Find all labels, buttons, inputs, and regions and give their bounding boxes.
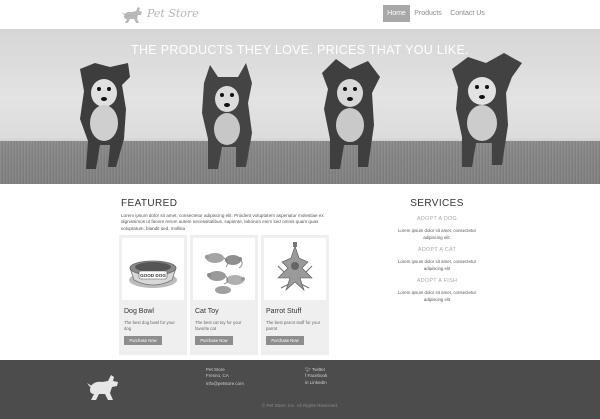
product-title[interactable]: Dog Bowl: [124, 308, 154, 315]
linkedin-link[interactable]: in LinkedIn: [305, 380, 327, 386]
twitter-label: Twitter: [311, 367, 326, 372]
linkedin-label: LinkedIn: [309, 379, 327, 385]
featured-intro-text: Lorem ipsum dolor sit amet, consectetur …: [121, 213, 324, 231]
facebook-label: Facebook: [307, 373, 328, 379]
running-dog-image-1: [80, 63, 130, 169]
site-header: Pet Store Home Products Contact Us: [0, 0, 600, 29]
footer-dog-logo-icon: [87, 375, 118, 400]
site-logo[interactable]: Pet Store: [121, 3, 201, 25]
logo-text: Pet Store: [147, 7, 199, 20]
dog-logo-icon: [122, 7, 142, 23]
product-description: The best parrot stuff for your parrot: [266, 320, 321, 332]
linkedin-icon: in: [305, 379, 309, 385]
product-description: The best dog bowl for your dog: [124, 320, 175, 332]
hero-banner: THE PRODUCTS THEY LOVE. PRICES THAT YOU …: [0, 29, 600, 184]
product-card-cat-toy: Cat Toy The best cat toy for your favori…: [190, 235, 258, 355]
footer-copyright: © Pet Store, Inc. All Rights Reserved.: [261, 403, 339, 408]
bowl-label-text: GOOD DOG: [140, 273, 166, 278]
service-adopt-cat-text: Lorem ipsum dolor sit amet, consectetur …: [397, 259, 477, 271]
facebook-icon: f: [305, 373, 307, 379]
twitter-icon: 🐦︎: [305, 367, 311, 372]
footer-social-links: 🐦︎ Twitter f Facebook in LinkedIn: [305, 367, 327, 386]
services-heading: SERVICES: [410, 198, 464, 209]
service-adopt-dog-text: Lorem ipsum dolor sit amet, consectetur …: [397, 228, 477, 240]
nav-home[interactable]: Home: [383, 5, 410, 22]
parrot-stuff-image[interactable]: [264, 238, 326, 300]
purchase-now-button[interactable]: Purchase Now: [195, 336, 233, 345]
cat-toy-image[interactable]: [193, 238, 255, 300]
service-adopt-fish-heading[interactable]: ADOPT A FISH: [380, 278, 494, 284]
site-footer: Pet Store Fresno, CA info@petstore.com 🐦…: [0, 360, 600, 419]
service-adopt-cat-heading[interactable]: ADOPT A CAT: [380, 247, 494, 253]
product-card-dog-bowl: GOOD DOG Dog Bowl The best dog bowl for …: [119, 235, 187, 355]
footer-email-link[interactable]: info@petstore.com: [206, 381, 244, 387]
running-dog-image-2: [202, 63, 252, 169]
purchase-now-button[interactable]: Purchase Now: [124, 336, 162, 345]
product-title[interactable]: Cat Toy: [195, 308, 219, 315]
footer-address: Pet Store Fresno, CA: [206, 367, 229, 380]
product-title[interactable]: Parrot Stuff: [266, 308, 301, 315]
running-dog-image-3: [322, 59, 380, 169]
running-dog-image-4: [452, 53, 522, 167]
service-adopt-fish-text: Lorem ipsum dolor sit amet, consectetur …: [397, 290, 477, 302]
nav-products[interactable]: Products: [412, 5, 444, 22]
footer-address-line2: Fresno, CA: [206, 373, 229, 379]
featured-heading: FEATURED: [121, 198, 178, 209]
product-description: The best cat toy for your favorite cat: [195, 320, 242, 332]
dog-bowl-image[interactable]: GOOD DOG: [122, 238, 184, 300]
product-card-parrot-stuff: Parrot Stuff The best parrot stuff for y…: [261, 235, 329, 355]
purchase-now-button[interactable]: Purchase Now: [266, 336, 304, 345]
nav-contact-us[interactable]: Contact Us: [449, 5, 486, 22]
service-adopt-dog-heading[interactable]: ADOPT A DOG: [380, 216, 494, 222]
